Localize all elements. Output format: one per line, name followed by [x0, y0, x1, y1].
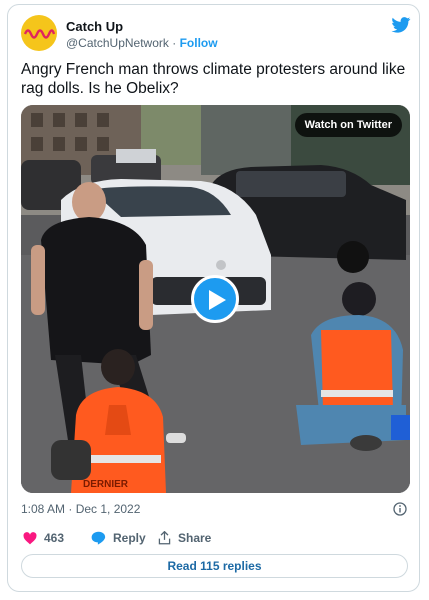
- like-count: 463: [44, 531, 65, 545]
- follow-button[interactable]: Follow: [180, 36, 218, 50]
- account-name[interactable]: Catch Up: [66, 19, 123, 34]
- heart-icon: [23, 531, 37, 544]
- play-icon: [209, 290, 226, 310]
- reply-bubble-icon: [91, 531, 106, 545]
- account-handle[interactable]: @CatchUpNetwork: [66, 36, 169, 50]
- like-button[interactable]: 463: [23, 531, 64, 545]
- info-icon[interactable]: [393, 502, 407, 516]
- tweet-timestamp[interactable]: 1:08 AM · Dec 1, 2022: [21, 502, 140, 516]
- handle-row: @CatchUpNetwork · Follow: [66, 36, 218, 50]
- video-thumbnail[interactable]: DERNIER Watch on Twitter: [21, 105, 410, 493]
- vest-text: DERNIER: [83, 479, 129, 490]
- reply-button[interactable]: Reply: [91, 531, 146, 545]
- share-icon: [158, 531, 171, 545]
- share-label: Share: [178, 531, 212, 545]
- read-replies-button[interactable]: Read 115 replies: [21, 554, 408, 578]
- watch-on-twitter-button[interactable]: Watch on Twitter: [294, 113, 402, 137]
- reply-label: Reply: [113, 531, 146, 545]
- share-button[interactable]: Share: [158, 531, 211, 545]
- play-button[interactable]: [191, 275, 239, 323]
- tweet-text: Angry French man throws climate proteste…: [21, 61, 406, 97]
- avatar-wave-logo: [23, 29, 56, 39]
- twitter-bird-icon[interactable]: [391, 17, 411, 33]
- avatar[interactable]: [21, 15, 57, 51]
- tweet-header: Catch Up @CatchUpNetwork · Follow: [21, 15, 411, 55]
- tweet-card: Catch Up @CatchUpNetwork · Follow Angry …: [7, 4, 420, 592]
- separator-dot: ·: [172, 36, 177, 50]
